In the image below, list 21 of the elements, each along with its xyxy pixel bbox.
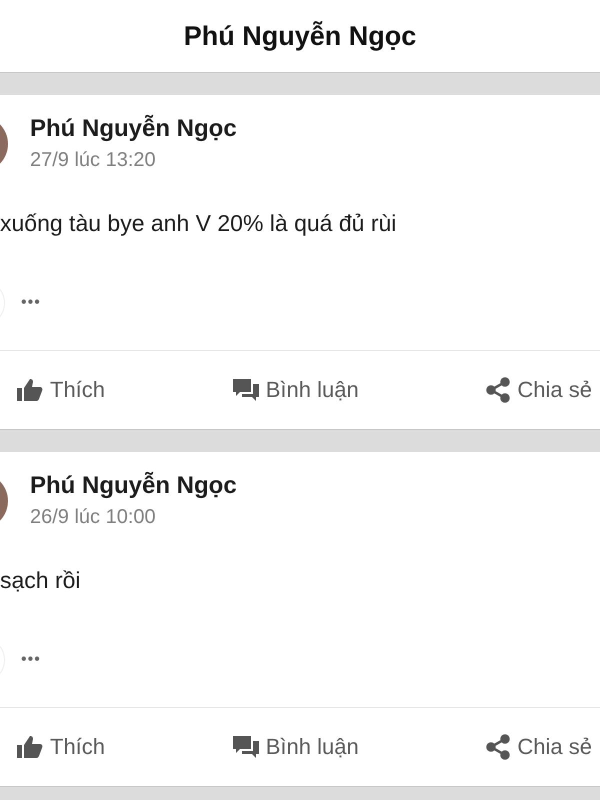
post-time[interactable]: 27/9 lúc 13:20 xyxy=(30,149,237,172)
action-button[interactable]: Thích xyxy=(16,373,106,407)
action-button[interactable]: Bình luận xyxy=(232,373,359,407)
post-text: xuống tàu bye anh V 20% là quá đủ rùi xyxy=(0,210,398,237)
post-time[interactable]: 26/9 lúc 10:00 xyxy=(30,506,237,529)
more-button[interactable]: ••• xyxy=(21,294,41,312)
post-text: sạch rồi xyxy=(0,567,82,594)
author-name[interactable]: Phú Nguyễn Ngọc xyxy=(30,472,237,500)
thumbs-up-icon xyxy=(16,378,44,402)
action-button[interactable]: Chia sẻ xyxy=(485,730,592,764)
author-name[interactable]: Phú Nguyễn Ngọc xyxy=(30,115,237,143)
action-button[interactable]: Chia sẻ xyxy=(485,373,592,407)
action-button[interactable]: Thích xyxy=(16,730,106,764)
action-button[interactable]: Bình luận xyxy=(232,730,359,764)
more-button[interactable]: ••• xyxy=(21,651,41,669)
comment-icon xyxy=(232,735,260,759)
thumbs-up-icon xyxy=(16,735,44,759)
page-title: Phú Nguyễn Ngọc xyxy=(184,20,416,52)
comment-icon xyxy=(232,378,260,402)
share-icon xyxy=(485,377,512,403)
share-icon xyxy=(485,734,512,760)
